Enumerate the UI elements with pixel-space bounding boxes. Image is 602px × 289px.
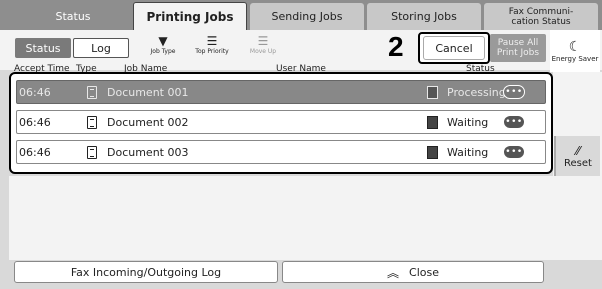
pause-label-line2: Print Jobs bbox=[496, 48, 540, 58]
row-job-name: Document 003 bbox=[107, 146, 189, 159]
printer-status-icon bbox=[427, 86, 438, 99]
fax-log-button[interactable]: Fax Incoming/Outgoing Log bbox=[14, 261, 278, 283]
log-toggle-button[interactable]: Log bbox=[73, 38, 129, 58]
cancel-button-highlight: Cancel bbox=[418, 32, 490, 64]
pause-all-print-jobs-button[interactable]: Pause All Print Jobs bbox=[490, 34, 546, 62]
reset-button[interactable]: ⁄⁄ Reset bbox=[554, 136, 600, 176]
row-accept-time: 06:46 bbox=[19, 86, 51, 99]
move-up-button[interactable]: ☰ Move Up bbox=[240, 34, 286, 64]
tab-storing-jobs[interactable]: Storing Jobs bbox=[367, 3, 481, 30]
row-accept-time: 06:46 bbox=[19, 146, 51, 159]
row-status: Waiting bbox=[447, 146, 489, 159]
tab-fax-label-line2: cation Status bbox=[511, 16, 571, 27]
job-type-label: Job Type bbox=[150, 48, 176, 55]
tab-fax-label-line1: Fax Communi- bbox=[508, 6, 574, 17]
cancel-button[interactable]: Cancel bbox=[423, 36, 485, 60]
moon-icon: ☾ bbox=[568, 39, 582, 55]
job-list-highlight: 06:46 Document 001 Processing ••• 06:46 … bbox=[9, 72, 553, 174]
printer-status-icon bbox=[427, 146, 438, 159]
more-dots-icon[interactable]: ••• bbox=[503, 145, 525, 159]
row-status: Waiting bbox=[447, 116, 489, 129]
reset-label: Reset bbox=[564, 157, 592, 169]
tab-status[interactable]: Status bbox=[14, 3, 132, 30]
close-label: Close bbox=[409, 265, 439, 279]
job-status-screen: Status Printing Jobs Sending Jobs Storin… bbox=[0, 0, 602, 289]
row-status: Processing bbox=[447, 86, 506, 99]
status-toggle-button[interactable]: Status bbox=[15, 38, 71, 58]
tab-bar: Status Printing Jobs Sending Jobs Storin… bbox=[0, 0, 602, 30]
close-button[interactable]: ︽ Close bbox=[282, 261, 544, 283]
table-row[interactable]: 06:46 Document 001 Processing ••• bbox=[16, 80, 546, 104]
printer-status-icon bbox=[427, 116, 438, 129]
top-priority-label: Top Priority bbox=[195, 48, 229, 55]
bottom-bar: Fax Incoming/Outgoing Log ︽ Close bbox=[0, 260, 602, 289]
row-job-name: Document 002 bbox=[107, 116, 189, 129]
more-dots-icon[interactable]: ••• bbox=[503, 85, 525, 99]
job-list-empty-area bbox=[9, 176, 553, 260]
tab-printing-jobs[interactable]: Printing Jobs bbox=[133, 2, 247, 30]
table-row[interactable]: 06:46 Document 002 Waiting ••• bbox=[16, 110, 546, 134]
funnel-icon: ▼ bbox=[158, 34, 168, 48]
tab-fax-communication-status[interactable]: Fax Communi- cation Status bbox=[484, 3, 598, 30]
energy-saver-button[interactable]: ☾ Energy Saver bbox=[550, 30, 600, 72]
row-accept-time: 06:46 bbox=[19, 116, 51, 129]
move-up-icon: ☰ bbox=[257, 34, 269, 48]
more-dots-icon[interactable]: ••• bbox=[503, 115, 525, 129]
step-callout-number: 2 bbox=[388, 31, 404, 62]
top-priority-button[interactable]: ☰ Top Priority bbox=[188, 34, 236, 64]
table-row[interactable]: 06:46 Document 003 Waiting ••• bbox=[16, 140, 546, 164]
energy-saver-label: Energy Saver bbox=[551, 55, 599, 63]
document-icon bbox=[87, 146, 97, 159]
move-up-label: Move Up bbox=[249, 48, 277, 55]
document-icon bbox=[87, 86, 97, 99]
row-job-name: Document 001 bbox=[107, 86, 189, 99]
reset-slash-icon: ⁄⁄ bbox=[575, 143, 580, 158]
double-chevron-up-icon: ︽ bbox=[387, 265, 400, 280]
pause-label-line1: Pause All bbox=[497, 38, 539, 48]
tab-sending-jobs[interactable]: Sending Jobs bbox=[250, 3, 364, 30]
document-icon bbox=[87, 116, 97, 129]
job-type-button[interactable]: ▼ Job Type bbox=[146, 34, 180, 64]
priority-stack-icon: ☰ bbox=[206, 34, 218, 48]
